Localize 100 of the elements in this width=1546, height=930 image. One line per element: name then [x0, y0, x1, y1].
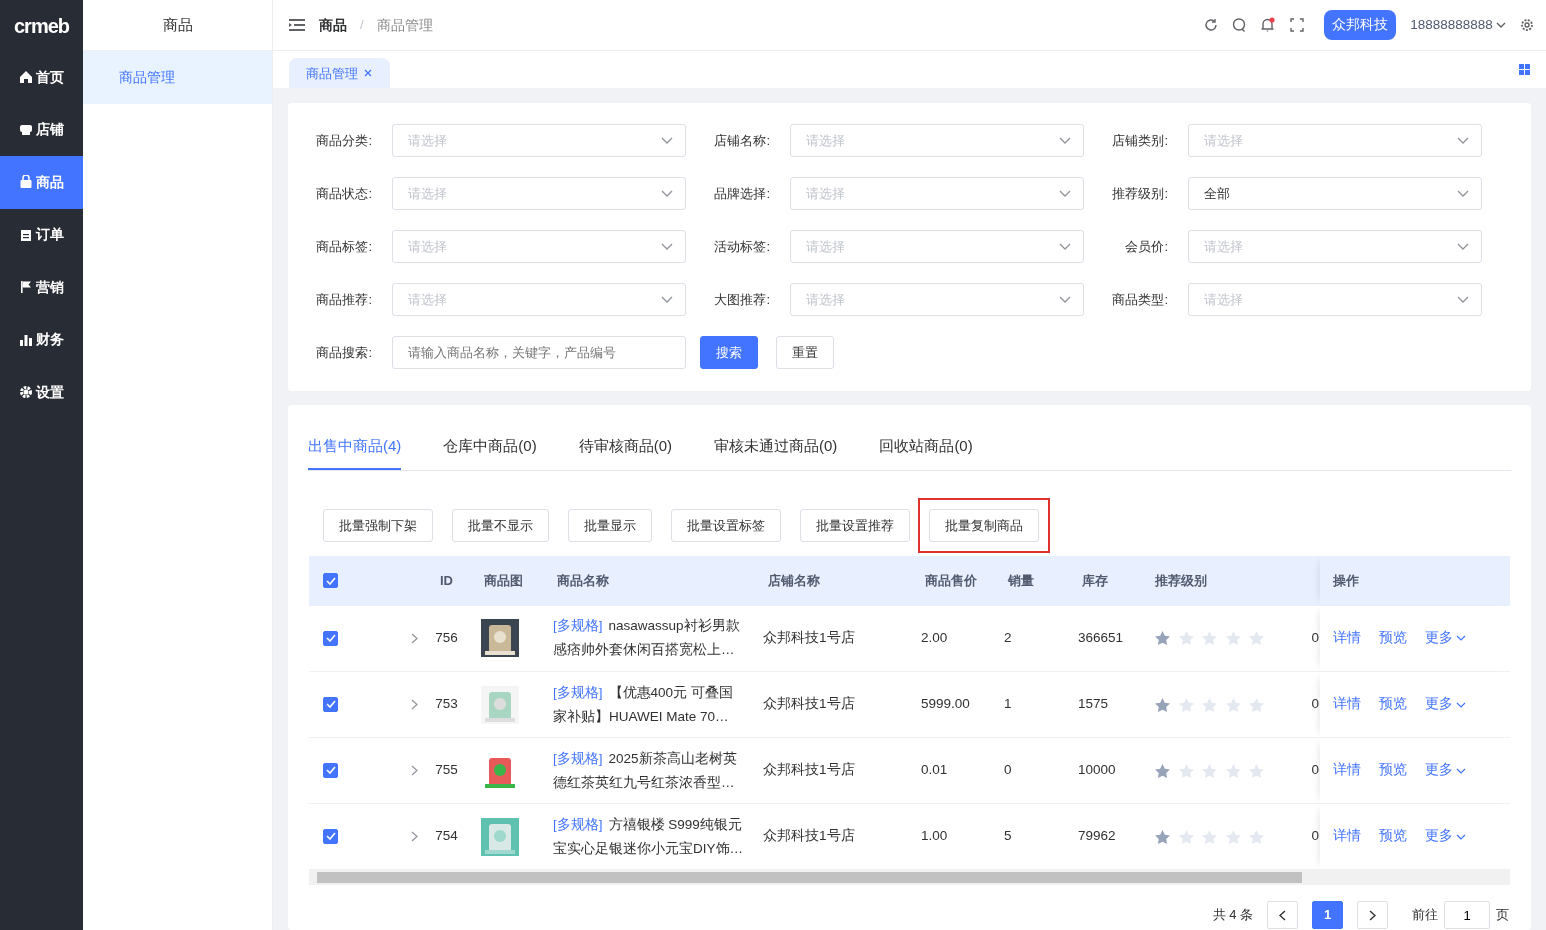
chevron-right-icon[interactable]	[411, 831, 418, 843]
table-cell: 0	[1311, 828, 1319, 844]
search-field[interactable]: 请输入商品名称，关键字，产品编号	[392, 336, 686, 369]
chevron-down-icon	[1059, 243, 1071, 250]
action-link[interactable]: 更多	[1425, 628, 1467, 649]
batch-button[interactable]: 批量复制商品	[929, 509, 1039, 542]
sidebar-item[interactable]: 订单	[0, 208, 83, 261]
action-link[interactable]: 详情	[1333, 760, 1361, 781]
status-tab[interactable]: 待审核商品(0)	[578, 429, 673, 470]
star-icon[interactable]	[1177, 762, 1195, 779]
batch-button[interactable]: 批量设置推荐	[800, 509, 910, 542]
breadcrumb-item[interactable]: 商品	[319, 14, 347, 36]
star-icon[interactable]	[1224, 762, 1242, 779]
status-tab[interactable]: 审核未通过商品(0)	[714, 429, 838, 470]
chevron-down-icon	[661, 190, 673, 197]
page-button[interactable]: 1	[1312, 901, 1343, 929]
table-cell: 10000	[1078, 762, 1116, 778]
user-menu[interactable]: 18888888888	[1410, 14, 1506, 36]
status-tab[interactable]: 出售中商品(4)	[308, 429, 402, 470]
batch-button[interactable]: 批量不显示	[452, 509, 549, 542]
chevron-down-icon	[1456, 701, 1467, 708]
sidebar-item[interactable]: 财务	[0, 313, 83, 366]
star-icon[interactable]	[1248, 630, 1265, 647]
action-link[interactable]: 预览	[1379, 628, 1407, 649]
reset-button[interactable]: 重置	[776, 336, 834, 369]
checkbox[interactable]	[323, 828, 338, 844]
action-link[interactable]: 更多	[1425, 694, 1467, 715]
sidebar-item[interactable]: 设置	[0, 366, 83, 419]
star-icon[interactable]	[1201, 762, 1218, 779]
chevron-right-icon[interactable]	[411, 699, 418, 711]
chevron-down-icon	[661, 296, 673, 303]
checkbox[interactable]	[323, 630, 338, 646]
chevron-right-icon[interactable]	[411, 765, 418, 777]
page-tab[interactable]: 商品管理	[289, 57, 390, 88]
sidebar-item[interactable]: 商品	[0, 156, 83, 209]
action-link[interactable]: 预览	[1379, 694, 1407, 715]
star-icon[interactable]	[1248, 762, 1265, 779]
star-icon[interactable]	[1248, 828, 1265, 845]
star-icon[interactable]	[1154, 630, 1171, 647]
sidebar-item[interactable]: 营销	[0, 261, 83, 314]
star-icon[interactable]	[1154, 696, 1171, 713]
horizontal-scrollbar[interactable]	[309, 870, 1510, 885]
product-name[interactable]: [多规格] 【优惠400元 可叠国 家补贴】HUAWEI Mate 70…	[553, 680, 748, 729]
status-tab[interactable]: 回收站商品(0)	[879, 429, 973, 470]
product-name[interactable]: [多规格] 方禧银楼 S999纯银元 宝实心足银迷你小元宝DIY饰…	[553, 812, 748, 861]
star-icon[interactable]	[1201, 630, 1218, 647]
fullscreen-icon[interactable]	[1290, 18, 1305, 32]
batch-button[interactable]: 批量强制下架	[323, 509, 433, 542]
bell-icon[interactable]	[1260, 17, 1277, 33]
product-name[interactable]: [多规格] nasawassup衬衫男款 感痞帅外套休闲百搭宽松上…	[553, 614, 748, 663]
star-icon[interactable]	[1224, 696, 1242, 713]
star-icon[interactable]	[1154, 762, 1171, 779]
previous-page-button[interactable]	[1267, 901, 1298, 929]
chevron-right-icon[interactable]	[411, 633, 418, 645]
column-header: 商品售价	[925, 572, 977, 588]
chevron-down-icon	[1457, 190, 1469, 197]
star-icon[interactable]	[1177, 828, 1195, 845]
star-icon[interactable]	[1224, 828, 1242, 845]
flag-icon	[19, 280, 33, 295]
refresh-icon[interactable]	[1204, 18, 1219, 32]
grid-icon[interactable]	[1519, 64, 1530, 75]
status-tab[interactable]: 仓库中商品(0)	[443, 429, 537, 470]
sidebar-item[interactable]: 店铺	[0, 103, 83, 156]
action-link[interactable]: 详情	[1333, 694, 1361, 715]
page-suffix: 页	[1496, 906, 1509, 925]
submenu-item[interactable]: 商品管理	[83, 51, 272, 104]
star-icon[interactable]	[1201, 696, 1218, 713]
star-icon[interactable]	[1154, 828, 1171, 845]
checkbox[interactable]	[323, 696, 338, 712]
table-cell: 366651	[1078, 630, 1124, 646]
batch-button[interactable]: 批量设置标签	[671, 509, 781, 542]
search-icon[interactable]	[1232, 18, 1247, 32]
action-link[interactable]: 详情	[1333, 826, 1361, 847]
product-name[interactable]: [多规格] 2025新茶高山老树英 德红茶英红九号红茶浓香型…	[553, 746, 748, 795]
next-page-button[interactable]	[1357, 901, 1388, 929]
select-field[interactable]: 全部	[1188, 177, 1482, 210]
close-icon[interactable]	[364, 69, 372, 78]
field-label: 商品状态:	[315, 184, 373, 203]
action-link[interactable]: 预览	[1379, 826, 1407, 847]
page-number-field[interactable]: 1	[1444, 901, 1490, 929]
action-link[interactable]: 详情	[1333, 628, 1361, 649]
action-link[interactable]: 更多	[1425, 826, 1467, 847]
sidebar-item[interactable]: 首页	[0, 51, 83, 104]
star-icon[interactable]	[1177, 696, 1195, 713]
menu-icon[interactable]	[289, 18, 305, 32]
settings-icon[interactable]	[1520, 18, 1534, 32]
star-icon[interactable]	[1248, 696, 1265, 713]
logo: crmeb	[13, 13, 70, 39]
star-icon[interactable]	[1201, 828, 1218, 845]
checkbox[interactable]	[323, 573, 338, 589]
search-button[interactable]: 搜索	[700, 336, 758, 369]
star-icon[interactable]	[1224, 630, 1242, 647]
star-icon[interactable]	[1177, 630, 1195, 647]
checkbox[interactable]	[323, 762, 338, 778]
column-header: 推荐级别	[1155, 572, 1207, 588]
batch-button[interactable]: 批量显示	[568, 509, 652, 542]
action-link[interactable]: 更多	[1425, 760, 1467, 781]
action-link[interactable]: 预览	[1379, 760, 1407, 781]
company-badge[interactable]: 众邦科技	[1324, 9, 1397, 41]
breadcrumb-item: 商品管理	[376, 15, 433, 35]
